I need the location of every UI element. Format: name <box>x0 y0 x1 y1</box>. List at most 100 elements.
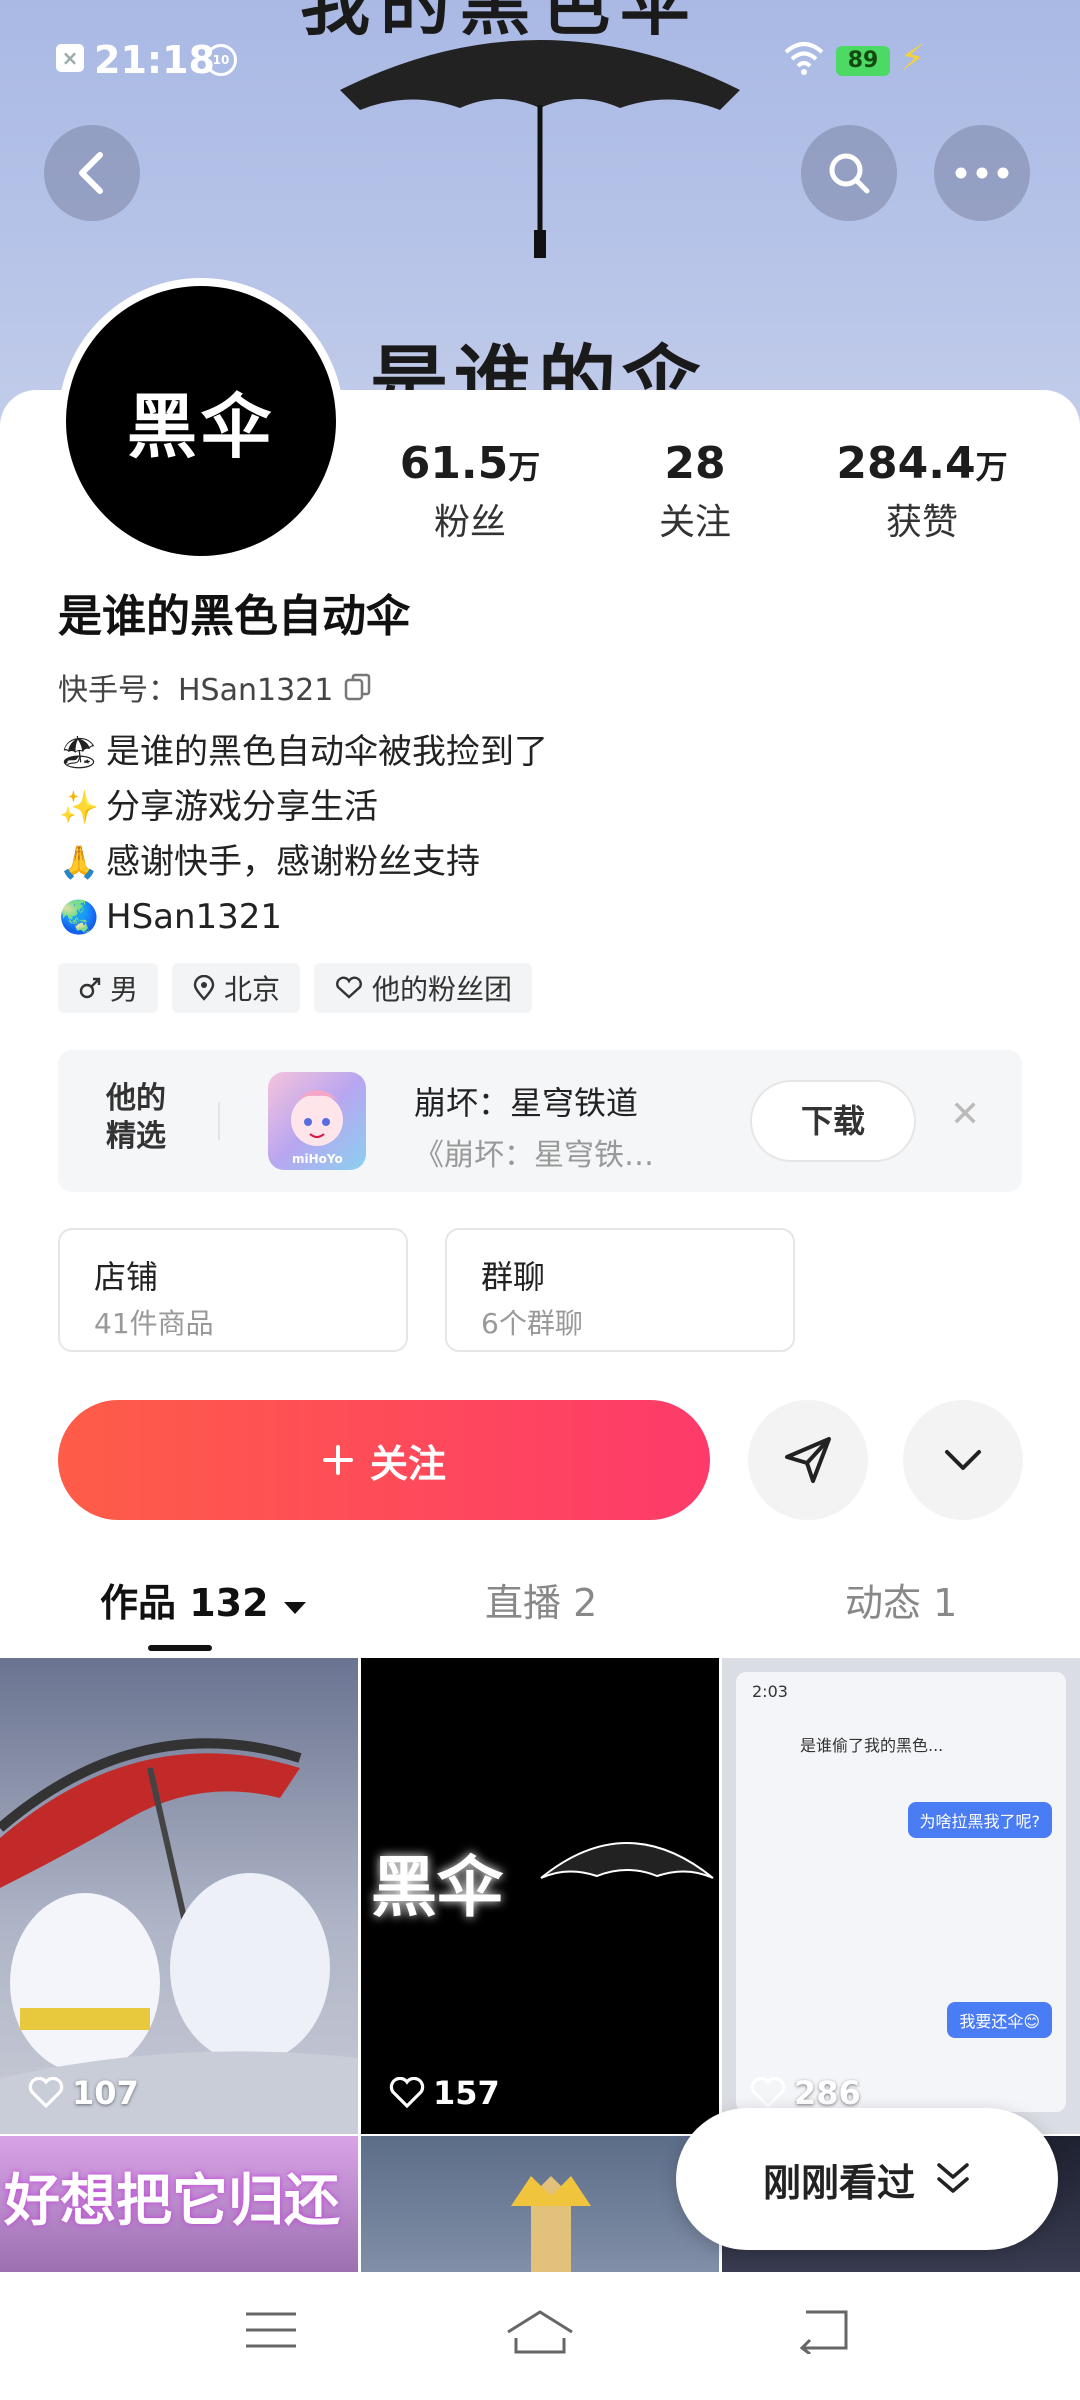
group-chat-subtitle: 6个群聊 <box>481 1307 583 1340</box>
game-character-image <box>511 2176 591 2276</box>
back-nav-icon[interactable] <box>796 2308 852 2354</box>
status-bar: × 21:18 10 89 ⚡ <box>0 0 1080 120</box>
recently-viewed-button[interactable]: 刚刚看过 <box>676 2108 1058 2250</box>
heart-icon <box>389 2077 425 2109</box>
tab-live[interactable]: 直播 2 <box>485 1572 597 1627</box>
umbrella-glow-image <box>540 1842 714 1879</box>
follow-label: 关注 <box>369 1441 446 1486</box>
more-dots-icon <box>955 167 1009 179</box>
stat-fans-num: 61.5 <box>399 438 509 489</box>
bio-line: 🙏 感谢快手，感谢粉丝支持 <box>58 835 548 890</box>
video-thumbnail[interactable]: 黑伞 157 <box>361 1658 719 2134</box>
game-app-icon[interactable]: miHoYo <box>268 1072 366 1170</box>
stat-likes[interactable]: 284.4万 获赞 <box>822 438 1022 545</box>
download-button[interactable]: 下载 <box>750 1080 916 1162</box>
bio-text: 分享游戏分享生活 <box>106 787 378 827</box>
video-thumbnail[interactable] <box>361 2136 719 2276</box>
thumbnail-text: 好想把它归还 <box>4 2169 340 2234</box>
menu-icon[interactable] <box>244 2308 298 2352</box>
caret-down-icon <box>283 1602 306 1614</box>
expand-button[interactable] <box>903 1400 1023 1520</box>
likes-count: 107 <box>28 2074 139 2112</box>
charging-icon: ⚡ <box>900 38 926 79</box>
battery-icon: 89 <box>836 46 890 76</box>
status-time: 21:18 <box>94 38 215 82</box>
heart-icon <box>750 2077 786 2109</box>
chevron-down-icon <box>945 1450 981 1470</box>
stat-following-num: 28 <box>664 438 726 489</box>
tag-location[interactable]: 北京 <box>172 963 301 1013</box>
bio-text: HSan1321 <box>106 897 283 937</box>
tag-gender: 男 <box>58 963 159 1013</box>
bio: 🏖 是谁的黑色自动伞被我捡到了 ✨ 分享游戏分享生活 🙏 感谢快手，感谢粉丝支持 🌏 H… <box>58 725 548 945</box>
avatar[interactable]: 黑伞 <box>58 278 344 564</box>
featured-divider <box>218 1102 220 1140</box>
featured-title-line2: 精选 <box>106 1119 166 1154</box>
shop-subtitle: 41件商品 <box>94 1307 214 1340</box>
kuaishou-id-row[interactable]: 快手号：HSan1321 <box>58 665 373 709</box>
send-icon <box>785 1437 831 1483</box>
wifi-icon <box>784 42 824 75</box>
male-icon <box>79 977 101 999</box>
close-icon[interactable]: ✕ <box>950 1094 980 1135</box>
stat-following[interactable]: 28 关注 <box>595 438 795 545</box>
tag-fan-group[interactable]: 他的粉丝团 <box>314 963 533 1013</box>
tab-moments[interactable]: 动态 1 <box>845 1572 957 1627</box>
notification-icon: × <box>56 44 84 72</box>
likes-value: 286 <box>794 2074 861 2112</box>
search-button[interactable] <box>801 125 897 221</box>
chat-title: 是谁偷了我的黑色... <box>800 1736 944 1755</box>
game-subtitle: 《崩坏：星穹铁… <box>414 1138 654 1173</box>
stat-fans[interactable]: 61.5万 粉丝 <box>370 438 570 545</box>
chat-bubble: 为啥拉黑我了呢? <box>907 1802 1052 1838</box>
game-name: 崩坏：星穹铁道 <box>414 1084 639 1122</box>
stat-following-label: 关注 <box>658 502 731 543</box>
back-button[interactable] <box>44 125 140 221</box>
beach-umbrella-icon: 🏖 <box>58 733 100 771</box>
featured-title-line1: 他的 <box>106 1081 166 1116</box>
heart-icon <box>28 2077 64 2109</box>
tab-works[interactable]: 作品 132 <box>100 1572 308 1627</box>
copy-icon[interactable] <box>343 672 373 702</box>
fan-group-icon <box>336 976 362 999</box>
pray-icon: 🙏 <box>59 843 99 881</box>
tab-indicator <box>148 1645 212 1651</box>
system-nav-bar <box>0 2272 1080 2400</box>
stat-likes-unit: 万 <box>975 448 1008 486</box>
more-button[interactable] <box>934 125 1030 221</box>
search-icon <box>829 153 870 194</box>
stat-fans-unit: 万 <box>508 448 541 486</box>
chat-screenshot: 2:03 是谁偷了我的黑色... 为啥拉黑我了呢? 我要还伞😊 <box>736 1672 1066 2112</box>
shop-title: 店铺 <box>94 1258 159 1296</box>
send-message-button[interactable] <box>748 1400 868 1520</box>
home-icon[interactable] <box>504 2308 576 2356</box>
stat-likes-num: 284.4 <box>836 438 976 489</box>
group-chat-box[interactable]: 群聊 6个群聊 <box>445 1228 795 1352</box>
kuaishou-id-label: 快手号： <box>58 673 178 708</box>
chat-bubble: 我要还伞😊 <box>947 2002 1052 2038</box>
shop-box[interactable]: 店铺 41件商品 <box>58 1228 408 1352</box>
featured-section[interactable]: 他的 精选 miHoYo 崩坏：星穹铁道 《崩坏：星穹铁… 下载 ✕ <box>58 1050 1022 1192</box>
bio-line: 🏖 是谁的黑色自动伞被我捡到了 <box>58 725 548 780</box>
profile-tags: 男 北京 他的粉丝团 <box>58 963 533 1013</box>
game-brand: miHoYo <box>292 1152 343 1166</box>
stat-likes-label: 获赞 <box>885 502 958 543</box>
back-arrow-icon <box>79 152 103 194</box>
group-chat-title: 群聊 <box>481 1258 546 1296</box>
tag-fan-group-text: 他的粉丝团 <box>372 973 513 1006</box>
featured-title: 他的 精选 <box>106 1080 166 1156</box>
bio-line: 🌏 HSan1321 <box>58 890 548 945</box>
profile-name: 是谁的黑色自动伞 <box>58 591 410 642</box>
globe-icon: 🌏 <box>59 898 99 936</box>
video-thumbnail[interactable]: 好想把它归还 <box>0 2136 358 2276</box>
thumbnail-text: 黑伞 <box>371 1849 503 1926</box>
recently-viewed-label: 刚刚看过 <box>762 2160 915 2205</box>
bio-text: 是谁的黑色自动伞被我捡到了 <box>106 732 548 772</box>
video-thumbnail[interactable]: 107 <box>0 1658 358 2134</box>
plus-icon <box>322 1445 353 1475</box>
follow-button[interactable]: 关注 <box>58 1400 710 1520</box>
tab-works-label: 作品 132 <box>100 1581 269 1625</box>
sparkles-icon: ✨ <box>59 788 99 826</box>
chat-time: 2:03 <box>752 1682 788 1701</box>
video-thumbnail[interactable]: 2:03 是谁偷了我的黑色... 为啥拉黑我了呢? 我要还伞😊 286 <box>722 1658 1080 2134</box>
